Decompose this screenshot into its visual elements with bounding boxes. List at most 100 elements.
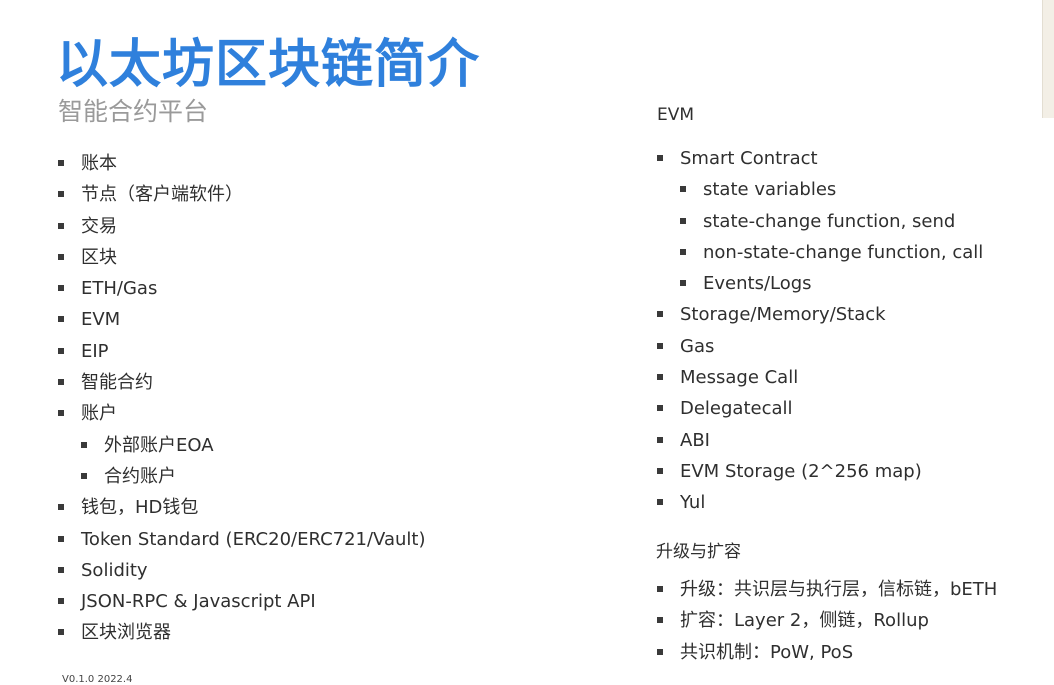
square-bullet-icon [58,191,64,198]
list-item-label: 钱包，HD钱包 [81,497,199,519]
page-title: 以太坊区块链简介 [56,35,481,95]
edge-panel [1042,0,1054,118]
square-bullet-icon [58,598,64,605]
list-item-label: 节点（客户端软件） [81,184,243,206]
list-item-label: Yul [680,492,706,514]
list-item: EVM Storage (2^256 map) [656,456,983,487]
square-bullet-icon [657,311,663,318]
list-item-label: EIP [81,340,109,362]
list-item: Solidity [57,555,426,586]
square-bullet-icon [58,347,64,354]
list-item: Gas [656,331,983,362]
list-item-label: JSON-RPC & Javascript API [81,591,316,613]
list-item: 区块浏览器 [57,617,426,648]
list-item: ETH/Gas [57,273,426,304]
square-bullet-icon [657,499,663,506]
list-item-label: Token Standard (ERC20/ERC721/Vault) [81,528,426,550]
list-item-label: non-state-change function, call [703,241,984,263]
square-bullet-icon [657,405,663,412]
list-item: Storage/Memory/Stack [656,299,983,330]
list-item: Message Call [656,362,983,393]
square-bullet-icon [680,217,686,224]
sub-list-item: non-state-change function, call [656,237,983,268]
square-bullet-icon [58,160,64,166]
list-item-label: 账本 [81,153,117,174]
list-item: ABI [656,425,983,456]
list-item: 升级：共识层与执行层，信标链，bETH [656,574,997,605]
list-item: 钱包，HD钱包 [57,492,426,523]
list-item: 共识机制：PoW, PoS [656,637,997,668]
list-item-label: state-change function, send [703,210,956,232]
list-item: 节点（客户端软件） [57,179,426,210]
square-bullet-icon [680,280,686,287]
square-bullet-icon [58,504,64,511]
list-item-label: 升级：共识层与执行层，信标链，bETH [680,579,998,600]
list-item: 区块 [57,242,426,273]
list-item-label: Storage/Memory/Stack [680,304,886,326]
square-bullet-icon [58,253,64,260]
square-bullet-icon [58,566,64,573]
list-item-label: ABI [680,429,710,451]
list-item-label: 区块 [81,246,117,268]
sub-list-item: 外部账户EOA [57,430,426,461]
square-bullet-icon [58,285,64,292]
sub-list-item: state-change function, send [656,206,983,237]
square-bullet-icon [58,629,64,636]
list-item-label: Events/Logs [703,273,812,295]
square-bullet-icon [680,248,686,255]
square-bullet-icon [81,472,87,479]
square-bullet-icon [58,410,64,417]
list-item-label: 共识机制：PoW, PoS [680,641,854,663]
square-bullet-icon [657,155,663,161]
list-item-label: 合约账户 [104,465,176,487]
list-item: Smart Contract [656,143,983,174]
list-item-label: state variables [703,179,837,201]
square-bullet-icon [657,648,663,655]
list-item-label: EVM [81,309,121,331]
square-bullet-icon [657,342,663,349]
list-item-label: 扩容：Layer 2，侧链，Rollup [680,610,929,632]
list-item: 智能合约 [57,367,426,398]
list-item: Yul [656,487,983,518]
square-bullet-icon [81,441,87,448]
upgrade-bullet-list: 升级：共识层与执行层，信标链，bETH 扩容：Layer 2，侧链，Rollup 共… [656,574,997,668]
list-item-label: 区块浏览器 [81,622,171,644]
sub-list-item: 合约账户 [57,461,426,492]
square-bullet-icon [657,467,663,474]
list-item: 账户 [57,398,426,429]
square-bullet-icon [657,436,663,443]
sub-list-item: Events/Logs [656,268,983,299]
square-bullet-icon [58,535,64,542]
list-item-label: 交易 [81,215,117,237]
list-item-label: Smart Contract [680,148,818,169]
list-item: 扩容：Layer 2，侧链，Rollup [656,605,997,636]
list-item: EIP [57,336,426,367]
list-item-label: 智能合约 [81,372,153,394]
left-bullet-list: 账本节点（客户端软件） 交易区块 ETH/Gas EVM EIP 智能合约账户外部账户EO… [57,148,426,649]
list-item: 交易 [57,211,426,242]
list-item-label: Gas [680,335,715,357]
evm-bullet-list: Smart Contract state variables state-chang… [656,143,983,519]
square-bullet-icon [58,316,64,323]
list-item: EVM [57,304,426,335]
version-label: V0.1.0 2022.4 [62,674,133,685]
square-bullet-icon [657,374,663,381]
square-bullet-icon [58,379,64,386]
square-bullet-icon [58,222,64,229]
list-item: Delegatecall [656,393,983,424]
page-subtitle: 智能合约平台 [58,97,209,126]
list-item-label: Message Call [680,367,799,389]
square-bullet-icon [657,617,663,624]
upgrade-heading: 升级与扩容 [656,542,741,562]
square-bullet-icon [657,586,663,592]
list-item: 账本 [57,148,426,179]
list-item: JSON-RPC & Javascript API [57,586,426,617]
list-item: Token Standard (ERC20/ERC721/Vault) [57,524,426,555]
list-item-label: Solidity [81,559,148,581]
list-item-label: Delegatecall [680,398,793,420]
list-item-label: 账户 [81,403,117,425]
list-item-label: 外部账户EOA [104,434,214,456]
list-item-label: EVM Storage (2^256 map) [680,460,922,482]
list-item-label: ETH/Gas [81,278,158,300]
evm-heading: EVM [657,105,695,125]
